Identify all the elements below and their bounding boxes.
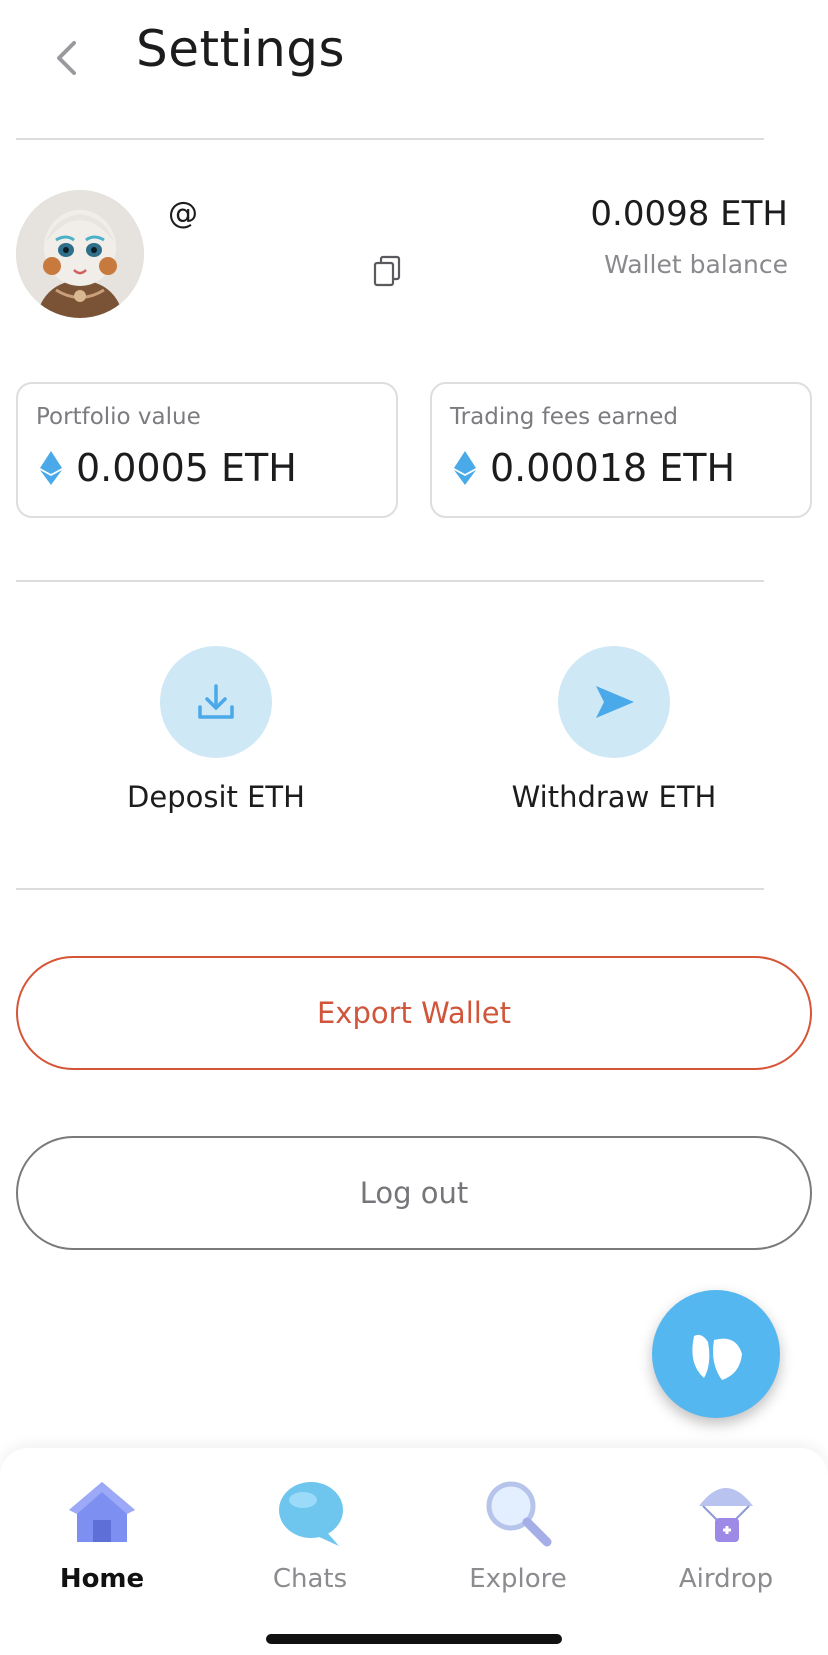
deposit-label: Deposit ETH: [127, 780, 305, 814]
tab-chats-label: Chats: [272, 1564, 348, 1594]
deposit-eth-action[interactable]: Deposit ETH: [66, 646, 366, 814]
withdraw-label: Withdraw ETH: [511, 780, 717, 814]
tab-explore-label: Explore: [469, 1564, 567, 1594]
floating-action-button[interactable]: [652, 1290, 780, 1418]
portfolio-value-card: Portfolio value 0.0005 ETH: [16, 382, 398, 518]
send-icon: [596, 686, 634, 718]
app-logo-icon: [692, 1334, 742, 1380]
page-title: Settings: [136, 20, 346, 78]
tab-explore[interactable]: Explore: [428, 1476, 608, 1594]
magnifier-icon: [486, 1481, 552, 1547]
tab-chats[interactable]: Chats: [220, 1476, 400, 1594]
header: Settings: [0, 0, 828, 140]
wallet-balance-value: 0.0098 ETH: [590, 194, 788, 234]
withdraw-eth-action[interactable]: Withdraw ETH: [464, 646, 764, 814]
back-button[interactable]: [44, 36, 88, 80]
eth-icon: [454, 451, 476, 485]
eth-icon: [40, 451, 62, 485]
logout-button[interactable]: Log out: [16, 1136, 812, 1250]
parachute-icon: [699, 1488, 753, 1542]
home-icon: [69, 1482, 135, 1542]
deposit-button[interactable]: [160, 646, 272, 758]
portfolio-value-label: Portfolio value: [36, 404, 201, 430]
divider: [16, 138, 764, 140]
trading-fees-card: Trading fees earned 0.00018 ETH: [430, 382, 812, 518]
tab-airdrop[interactable]: Airdrop: [636, 1476, 816, 1594]
home-indicator: [266, 1634, 562, 1644]
tab-airdrop-label: Airdrop: [678, 1564, 774, 1594]
trading-fees-value: 0.00018 ETH: [490, 446, 736, 490]
download-icon: [198, 684, 234, 719]
avatar[interactable]: [16, 190, 144, 318]
trading-fees-label: Trading fees earned: [450, 404, 679, 430]
avatar-image: [16, 190, 144, 318]
export-wallet-button[interactable]: Export Wallet: [16, 956, 812, 1070]
copy-icon: [373, 255, 401, 287]
trading-fees-row: 0.00018 ETH: [454, 446, 735, 490]
withdraw-button[interactable]: [558, 646, 670, 758]
divider: [16, 888, 764, 890]
portfolio-value-row: 0.0005 ETH: [40, 446, 297, 490]
copy-address-button[interactable]: [372, 254, 408, 290]
username-handle: @: [168, 196, 198, 231]
chevron-left-icon: [57, 41, 76, 75]
divider: [16, 580, 764, 582]
tab-home[interactable]: Home: [12, 1476, 192, 1594]
portfolio-value: 0.0005 ETH: [76, 446, 297, 490]
bottom-tab-bar: Home Chats Explore Airdrop: [0, 1448, 828, 1655]
chat-bubble-icon: [279, 1482, 343, 1546]
tab-home-label: Home: [59, 1564, 145, 1594]
wallet-balance-label: Wallet balance: [604, 250, 788, 279]
